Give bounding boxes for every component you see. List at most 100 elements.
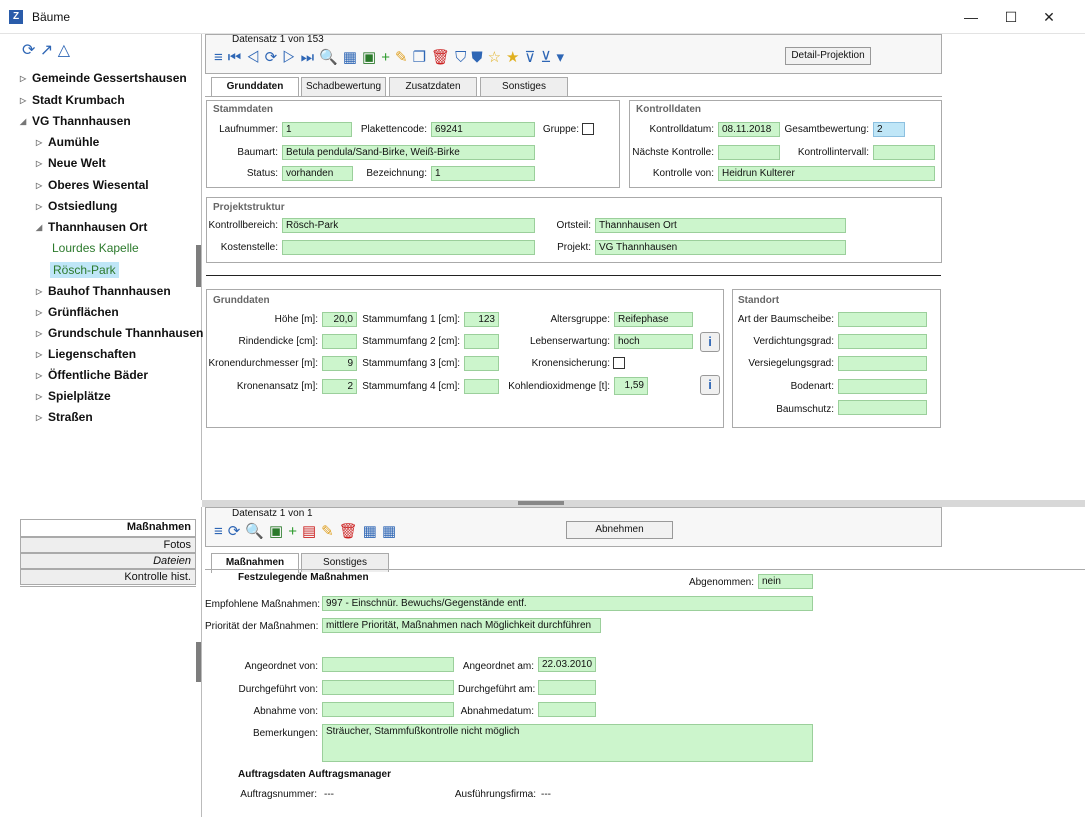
delete-icon[interactable]: 🗑 xyxy=(431,49,455,66)
filter-clear-icon[interactable]: ⊻ xyxy=(540,49,556,66)
projekt-field[interactable]: VG Thannhausen xyxy=(595,240,846,255)
tree-leaf[interactable]: Lourdes Kapelle xyxy=(52,241,139,255)
bezeichnung-field[interactable]: 1 xyxy=(431,166,535,181)
side-tab-massnahmen[interactable]: Maßnahmen xyxy=(20,519,196,537)
tree-item[interactable]: ▷ Bauhof Thannhausen xyxy=(36,284,171,298)
previous-icon[interactable]: ◁ xyxy=(246,49,264,66)
delete-icon[interactable]: 🗑 xyxy=(339,523,363,540)
versiegelungsgrad-field[interactable] xyxy=(838,356,927,371)
tree-item[interactable]: ▷ Straßen xyxy=(36,410,93,424)
favorites-icon[interactable]: ★ xyxy=(506,49,524,66)
chevron-right-icon[interactable]: ▷ xyxy=(36,202,48,211)
angeordnet-am-field[interactable]: 22.03.2010 xyxy=(538,657,596,672)
edit-icon[interactable]: ✎ xyxy=(395,49,413,66)
stammumfang4-field[interactable] xyxy=(464,379,499,394)
tree-item[interactable]: ▷ Neue Welt xyxy=(36,156,106,170)
naechste-kontrolle-field[interactable] xyxy=(718,145,780,160)
durchgefuehrt-von-field[interactable] xyxy=(322,680,454,695)
baumart-field[interactable]: Betula pendula/Sand-Birke, Weiß-Birke xyxy=(282,145,535,160)
ortsteil-field[interactable]: Thannhausen Ort xyxy=(595,218,846,233)
chevron-right-icon[interactable]: ▷ xyxy=(36,308,48,317)
edit-icon[interactable]: ✎ xyxy=(321,523,339,540)
laufnummer-field[interactable]: 1 xyxy=(282,122,352,137)
altersgruppe-field[interactable]: Reifephase xyxy=(614,312,693,327)
chevron-right-icon[interactable]: ▷ xyxy=(20,96,32,105)
info-icon[interactable]: i xyxy=(700,375,720,395)
kontrollintervall-field[interactable] xyxy=(873,145,935,160)
tree-item[interactable]: ▷ Spielplätze xyxy=(36,389,111,403)
maximize-button[interactable]: ☐ xyxy=(994,6,1028,28)
abgenommen-field[interactable]: nein xyxy=(758,574,813,589)
info-icon[interactable]: i xyxy=(700,332,720,352)
baumscheibe-field[interactable] xyxy=(838,312,927,327)
status-field[interactable]: vorhanden xyxy=(282,166,353,181)
chevron-right-icon[interactable]: ▷ xyxy=(36,329,48,338)
hoehe-field[interactable]: 20,0 xyxy=(322,312,357,327)
kostenstelle-field[interactable] xyxy=(282,240,535,255)
chevron-down-icon[interactable]: ◢ xyxy=(20,117,32,126)
tab-massnahmen[interactable]: Maßnahmen xyxy=(211,553,299,573)
chevron-right-icon[interactable]: ▷ xyxy=(36,392,48,401)
kontrollbereich-field[interactable]: Rösch-Park xyxy=(282,218,535,233)
first-record-icon[interactable]: ⏮ xyxy=(228,49,247,66)
durchgefuehrt-am-field[interactable] xyxy=(538,680,596,695)
refresh-icon[interactable]: ⟳ xyxy=(265,49,283,66)
kronendurchmesser-field[interactable]: 9 xyxy=(322,356,357,371)
next-icon[interactable]: ▷ xyxy=(282,49,300,66)
tree-item[interactable]: ◢ Thannhausen Ort xyxy=(36,220,147,234)
splitter-handle[interactable] xyxy=(196,642,201,682)
kontrolle-von-field[interactable]: Heidrun Kulterer xyxy=(718,166,935,181)
excel-export-icon[interactable]: ▣ xyxy=(362,49,381,66)
table-export-icon[interactable]: ▦ xyxy=(363,523,382,540)
refresh-icon[interactable]: ⟳ xyxy=(228,523,246,540)
chevron-right-icon[interactable]: ▷ xyxy=(36,138,48,147)
menu-icon[interactable]: ≡ xyxy=(214,523,228,540)
tree-item[interactable]: ◢ VG Thannhausen xyxy=(20,114,131,128)
horizontal-splitter[interactable] xyxy=(202,500,1085,507)
search-icon[interactable]: 🔍 xyxy=(245,523,269,540)
lebenserwartung-field[interactable]: hoch xyxy=(614,334,693,349)
tree-item[interactable]: ▷ Liegenschaften xyxy=(36,347,136,361)
close-button[interactable]: ✕ xyxy=(1032,6,1066,28)
side-tab-dateien[interactable]: Dateien xyxy=(20,553,196,569)
favorite-icon[interactable]: ☆ xyxy=(488,49,506,66)
chevron-right-icon[interactable]: ▷ xyxy=(36,350,48,359)
plakettencode-field[interactable]: 69241 xyxy=(431,122,535,137)
rindendicke-field[interactable] xyxy=(322,334,357,349)
refresh-icon[interactable]: ⟳ xyxy=(22,42,35,59)
tree-item[interactable]: ▷ Oberes Wiesental xyxy=(36,178,149,192)
abnehmen-button[interactable]: Abnehmen xyxy=(566,521,673,539)
tree-item[interactable]: ▷ Gemeinde Gessertshausen xyxy=(20,71,187,85)
verdichtungsgrad-field[interactable] xyxy=(838,334,927,349)
empfohlene-massnahmen-field[interactable]: 997 - Einschnür. Bewuchs/Gegenstände ent… xyxy=(322,596,813,611)
prioritaet-field[interactable]: mittlere Priorität, Maßnahmen nach Mögli… xyxy=(322,618,601,633)
tab-schadbewertung[interactable]: Schadbewertung xyxy=(301,77,386,96)
chevron-down-icon[interactable]: ◢ xyxy=(36,223,48,232)
chevron-right-icon[interactable]: ▷ xyxy=(20,74,32,83)
table-icon[interactable]: ▦ xyxy=(343,49,362,66)
table-import-icon[interactable]: ▦ xyxy=(382,523,401,540)
excel-export-icon[interactable]: ▣ xyxy=(269,523,288,540)
kronensicherung-checkbox[interactable] xyxy=(613,357,625,369)
tab-grunddaten[interactable]: Grunddaten xyxy=(211,77,299,97)
chevron-right-icon[interactable]: ▷ xyxy=(36,371,48,380)
side-tab-fotos[interactable]: Fotos xyxy=(20,537,196,553)
menu-icon[interactable]: ≡ xyxy=(214,49,228,66)
stammumfang1-field[interactable]: 123 xyxy=(464,312,499,327)
baumschutz-field[interactable] xyxy=(838,400,927,415)
chevron-right-icon[interactable]: ▷ xyxy=(36,287,48,296)
bemerkungen-field[interactable]: Sträucher, Stammfußkontrolle nicht mögli… xyxy=(322,724,813,762)
add-icon[interactable]: + xyxy=(288,523,302,540)
kontrolldatum-field[interactable]: 08.11.2018 xyxy=(718,122,780,137)
tab-zusatzdaten[interactable]: Zusatzdaten xyxy=(389,77,477,96)
detail-projection-button[interactable]: Detail-Projektion xyxy=(785,47,871,65)
tree-item[interactable]: ▷ Grundschule Thannhausen xyxy=(36,326,203,340)
bodenart-field[interactable] xyxy=(838,379,927,394)
add-multiple-icon[interactable]: ▤ xyxy=(302,523,321,540)
add-icon[interactable]: + xyxy=(381,49,395,66)
chevron-right-icon[interactable]: ▷ xyxy=(36,181,48,190)
copy-icon[interactable]: ❐ xyxy=(413,49,431,66)
kronenansatz-field[interactable]: 2 xyxy=(322,379,357,394)
tree-leaf-selected[interactable]: Rösch-Park xyxy=(50,262,119,278)
side-tab-kontrolle-hist[interactable]: Kontrolle hist. xyxy=(20,569,196,585)
